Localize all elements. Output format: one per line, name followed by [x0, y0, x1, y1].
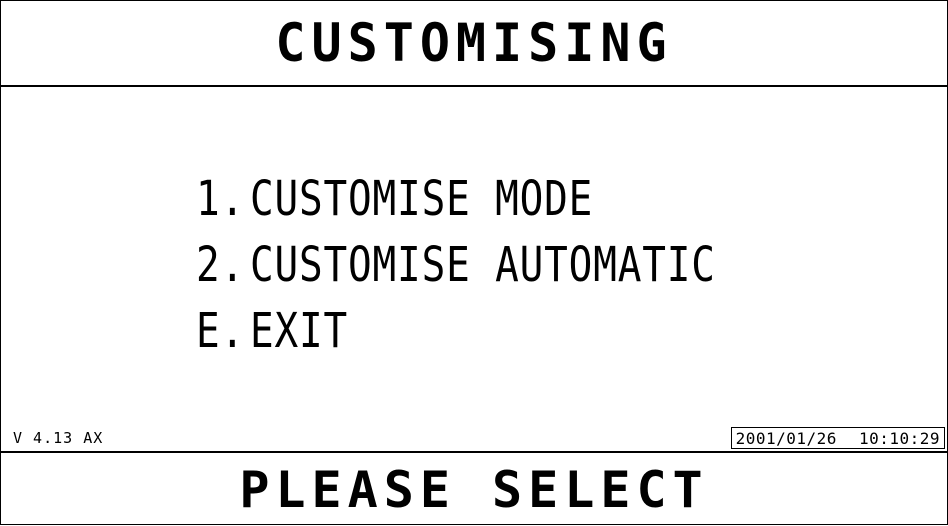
time-value: 10:10:29	[858, 428, 940, 448]
datetime-box: 2001/01/26 10:10:29	[730, 427, 945, 449]
page-title: CUSTOMISING	[275, 12, 673, 74]
select-prompt: PLEASE SELECT	[239, 460, 709, 519]
header-bar: CUSTOMISING	[1, 1, 947, 87]
menu-list: 1. CUSTOMISE MODE 2. CUSTOMISE AUTOMATIC…	[196, 166, 830, 364]
menu-item-label: EXIT	[249, 303, 349, 359]
menu-item-key: 2.	[196, 237, 246, 293]
date-value: 2001/01/26	[735, 428, 837, 448]
customising-screen: CUSTOMISING 1. CUSTOMISE MODE 2. CUSTOMI…	[0, 0, 948, 525]
menu-item-customise-mode[interactable]: 1. CUSTOMISE MODE	[196, 166, 716, 232]
menu-item-label: CUSTOMISE AUTOMATIC	[249, 237, 716, 293]
menu-item-customise-automatic[interactable]: 2. CUSTOMISE AUTOMATIC	[196, 232, 716, 298]
menu-item-key: E.	[196, 303, 246, 359]
footer-bar: PLEASE SELECT	[1, 451, 947, 526]
version-label: V 4.13 AX	[13, 429, 104, 447]
menu-item-exit[interactable]: E. EXIT	[196, 298, 716, 364]
menu-item-label: CUSTOMISE MODE	[249, 171, 594, 227]
menu-item-key: 1.	[196, 171, 246, 227]
